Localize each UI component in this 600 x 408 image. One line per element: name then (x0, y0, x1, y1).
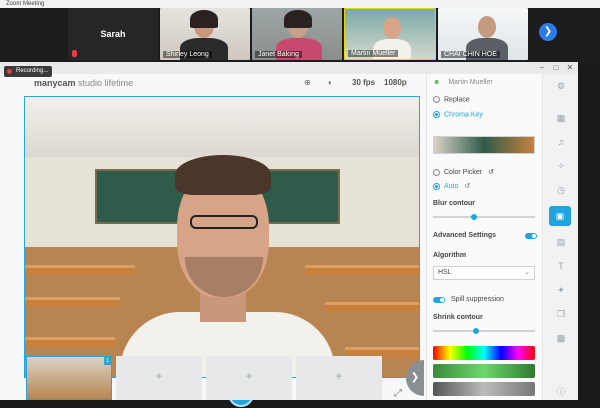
grid-icon[interactable]: ▩ (554, 332, 568, 344)
image-icon[interactable]: ▤ (554, 236, 568, 248)
advanced-settings-label: Advanced Settings (433, 232, 497, 239)
auto-option[interactable]: Auto ↺ (433, 182, 470, 190)
shrink-contour-slider[interactable] (433, 328, 535, 334)
record-icon (7, 69, 12, 74)
manycam-window: – □ ✕ Recording... manycam studio lifeti… (0, 62, 578, 407)
participant-tile-chai[interactable]: CHAI CHIN HOE (438, 8, 528, 60)
chroma-key-panel: ☻ Martin Mueller Replace Chroma Key ⌄ Co… (426, 74, 542, 400)
zoom-title-bar: Zoom Meeting (0, 0, 600, 8)
resolution-label[interactable]: 1080p (384, 78, 407, 87)
blur-contour-label: Blur contour (433, 200, 475, 207)
add-source-button[interactable]: + (116, 356, 202, 400)
source-thumbnails: 1 + + + (26, 356, 426, 400)
replace-option[interactable]: Replace (433, 96, 470, 103)
manycam-title-bar: – □ ✕ (0, 62, 578, 74)
glasses (190, 215, 258, 229)
zoom-in-icon[interactable]: ⊕ (304, 78, 311, 87)
blur-contour-slider[interactable] (433, 214, 535, 220)
zoom-participant-strip: Sarah Shirley Leong Janet Balong Martin … (0, 8, 600, 62)
chevron-down-icon: ⌄ (524, 269, 530, 276)
next-participants-button[interactable]: ❯ (539, 23, 557, 41)
effects-icon[interactable]: ✧ (554, 160, 568, 172)
participant-name: Shirley Leong (163, 51, 212, 58)
participant-name: Martin Mueller (348, 50, 399, 57)
chevron-down-icon: ⌄ (524, 141, 530, 148)
user-icon: ☻ (433, 79, 441, 86)
presets-icon[interactable]: ▦ (554, 112, 568, 124)
layers-icon[interactable]: ❐ (554, 308, 568, 320)
minimize-icon[interactable]: – (536, 62, 548, 74)
audio-icon[interactable]: ♫ (554, 136, 568, 148)
saturation-range-bar[interactable] (433, 364, 535, 378)
algorithm-select[interactable]: HSL ⌄ (433, 266, 535, 280)
muted-mic-icon (72, 50, 77, 57)
algorithm-label: Algorithm (433, 252, 467, 259)
shrink-contour-label: Shrink contour (433, 314, 483, 321)
add-source-button[interactable]: + (296, 356, 382, 400)
chroma-key-option[interactable]: Chroma Key (433, 111, 483, 118)
thumb-badge: 1 (104, 357, 111, 365)
fps-label[interactable]: 30 fps (352, 78, 375, 87)
participant-name: CHAI CHIN HOE (441, 51, 500, 58)
participant-tile-martin[interactable]: Martin Mueller (344, 8, 436, 60)
slider-knob[interactable] (473, 328, 479, 334)
brightness-range-bar[interactable] (433, 382, 535, 396)
participant-tile-sarah[interactable]: Sarah (68, 8, 158, 60)
spill-suppression-label: Spill suppression (451, 296, 504, 303)
brightness-icon[interactable]: ◐ (328, 78, 333, 87)
chroma-key-radio[interactable] (433, 111, 440, 118)
add-source-button[interactable]: + (206, 356, 292, 400)
user-name: Martin Mueller (448, 79, 493, 86)
background-image-select[interactable]: ⌄ (433, 136, 535, 154)
logo-edition: studio lifetime (78, 78, 134, 88)
participant-tile-janet[interactable]: Janet Balong (252, 8, 342, 60)
participant-name: Janet Balong (255, 51, 302, 58)
advanced-settings-toggle[interactable] (525, 233, 537, 239)
participant-tile-shirley[interactable]: Shirley Leong (160, 8, 250, 60)
replace-radio[interactable] (433, 96, 440, 103)
recording-label: Recording... (16, 68, 49, 74)
settings-gear-icon[interactable]: ⚙ (554, 80, 568, 92)
source-thumb-active[interactable]: 1 (26, 356, 112, 400)
maximize-icon[interactable]: □ (550, 62, 562, 74)
info-icon[interactable]: ⓘ (554, 386, 568, 398)
magic-wand-icon[interactable]: ✦ (554, 284, 568, 296)
color-picker-option[interactable]: Color Picker ↺ (433, 168, 494, 176)
manycam-logo: manycam studio lifetime (34, 78, 133, 88)
main-video-preview[interactable] (24, 96, 420, 378)
history-clock-icon[interactable]: ◷ (554, 184, 568, 196)
recording-indicator: Recording... (4, 66, 53, 77)
reset-icon[interactable]: ↺ (464, 183, 470, 190)
participant-name: Sarah (100, 29, 126, 39)
reset-icon[interactable]: ↺ (488, 169, 494, 176)
slider-knob[interactable] (471, 214, 477, 220)
text-icon[interactable]: T (554, 260, 568, 272)
tools-rail: ⚙ ▦ ♫ ✧ ◷ ▣ ▤ T ✦ ❐ ▩ ⓘ (542, 74, 578, 400)
logo-brand: manycam (34, 78, 76, 88)
zoom-title: Zoom Meeting (6, 1, 45, 7)
panel-user: ☻ Martin Mueller (433, 79, 493, 86)
spill-suppression-toggle[interactable] (433, 297, 445, 303)
chroma-key-tool-icon[interactable]: ▣ (549, 206, 571, 226)
close-icon[interactable]: ✕ (564, 62, 576, 74)
hue-range-bar[interactable] (433, 346, 535, 360)
